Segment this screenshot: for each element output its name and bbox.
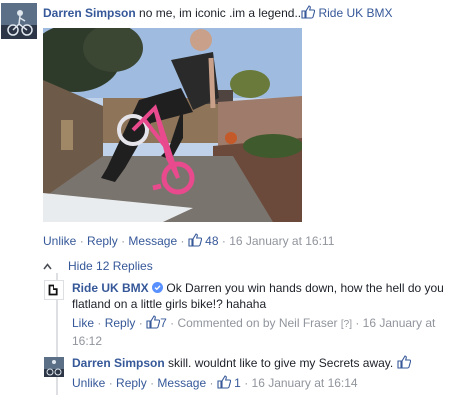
help-link[interactable]: [?] <box>341 319 352 330</box>
reply-author-link[interactable]: Darren Simpson <box>72 356 165 370</box>
reply-body: Darren Simpson skill. wouldnt like to gi… <box>72 355 411 371</box>
thumbs-up-icon <box>146 315 161 329</box>
comment-photo[interactable] <box>43 28 302 222</box>
like-count[interactable]: 48 <box>188 233 219 248</box>
reply-author-avatar[interactable] <box>44 357 64 377</box>
thumbs-up-icon <box>188 233 202 247</box>
comment-actions: Unlike · Reply · Message · 48 · 16 Janua… <box>43 233 335 248</box>
reply-button[interactable]: Reply <box>87 234 118 248</box>
thumbs-up-icon <box>217 375 231 389</box>
reply-button[interactable]: Reply <box>105 316 136 330</box>
reply-actions: Unlike · Reply · Message · 1 · 16 Januar… <box>72 375 358 390</box>
like-count[interactable]: 1 <box>217 375 241 390</box>
reply-author-link[interactable]: Ride UK BMX <box>72 281 149 295</box>
verified-badge-icon <box>152 282 164 293</box>
hide-replies-toggle[interactable]: Hide 12 Replies <box>43 258 153 274</box>
tagged-page-link[interactable]: Ride UK BMX <box>318 6 392 20</box>
thumbs-up-icon <box>397 355 411 369</box>
like-count[interactable]: 7 <box>146 315 167 330</box>
reply-text: skill. wouldnt like to give my Secrets a… <box>168 356 394 370</box>
commented-by-text: Commented on by Neil Fraser <box>177 316 338 330</box>
like-count-value: 7 <box>160 316 167 330</box>
unlike-button[interactable]: Unlike <box>72 376 105 390</box>
like-button[interactable]: Like <box>72 316 94 330</box>
comment-body: Darren Simpson no me, im iconic .im a le… <box>43 5 393 21</box>
hide-replies-label[interactable]: Hide 12 Replies <box>68 259 153 273</box>
reply-actions: Like · Reply · 7 · Commented on by Neil … <box>72 315 436 348</box>
chevron-up-icon <box>43 263 52 270</box>
unlike-button[interactable]: Unlike <box>43 234 76 248</box>
like-count-value: 48 <box>205 234 219 248</box>
reply-button[interactable]: Reply <box>116 376 147 390</box>
comment-author-link[interactable]: Darren Simpson <box>43 6 136 20</box>
message-button[interactable]: Message <box>157 376 206 390</box>
reply-body: Ride UK BMX Ok Darren you win hands down… <box>72 280 452 312</box>
reply-author-avatar[interactable] <box>44 280 64 300</box>
message-button[interactable]: Message <box>128 234 177 248</box>
commenter-avatar[interactable] <box>1 3 37 39</box>
comment-timestamp[interactable]: 16 January at 16:11 <box>229 234 334 248</box>
tagged-page-icon <box>301 5 316 20</box>
like-count-value: 1 <box>234 376 241 390</box>
comment-text: no me, im iconic .im a legend.. <box>139 6 302 20</box>
reply-timestamp[interactable]: 16 January at 16:14 <box>252 376 358 390</box>
